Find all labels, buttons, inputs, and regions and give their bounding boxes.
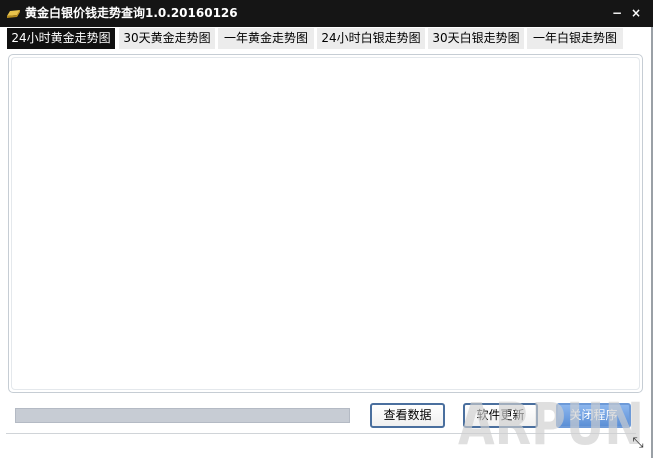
- tab-30d-silver[interactable]: 30天白银走势图: [428, 28, 524, 49]
- tab-24h-gold[interactable]: 24小时黄金走势图: [7, 28, 115, 49]
- watermark-text: ARPUN: [458, 390, 644, 458]
- minimize-button[interactable]: −: [610, 6, 624, 20]
- tab-1y-gold[interactable]: 一年黄金走势图: [218, 28, 314, 49]
- tab-24h-silver[interactable]: 24小时白银走势图: [317, 28, 425, 49]
- gold-bar-icon: [7, 10, 20, 18]
- tab-30d-gold[interactable]: 30天黄金走势图: [119, 28, 215, 49]
- window-title: 黄金白银价钱走势查询1.0.20160126: [25, 6, 238, 20]
- chart-area: [11, 57, 640, 390]
- watermark-logo: ARPUN: [458, 390, 644, 458]
- tab-1y-silver[interactable]: 一年白银走势图: [527, 28, 623, 49]
- title-bar[interactable]: 黄金白银价钱走势查询1.0.20160126 − ×: [0, 0, 653, 27]
- close-window-button[interactable]: ×: [629, 6, 643, 20]
- progress-bar: [15, 408, 350, 423]
- chart-panel: [8, 54, 643, 393]
- resize-grip-icon[interactable]: ⤡: [629, 434, 647, 452]
- view-data-button[interactable]: 查看数据: [370, 403, 445, 428]
